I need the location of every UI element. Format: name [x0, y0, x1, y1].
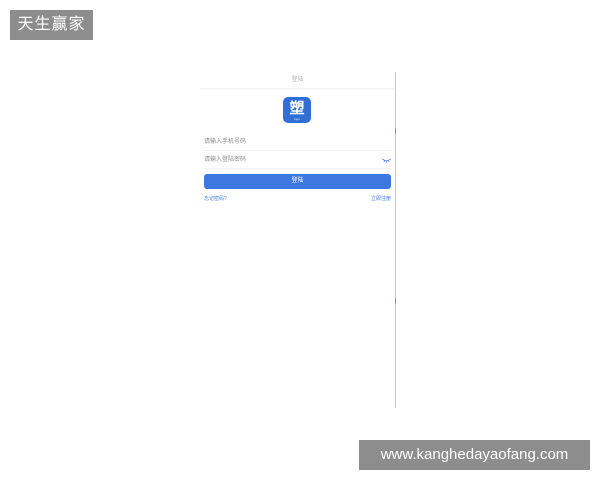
header-divider [200, 88, 395, 89]
watermark-bottom-right: www.kanghedayaofang.com [359, 440, 590, 470]
password-input[interactable] [204, 154, 369, 166]
app-logo-caption: logo [294, 117, 300, 121]
watermark-top-left: 天生赢家 [10, 10, 93, 40]
forgot-password-link[interactable]: 忘记密码? [204, 195, 227, 202]
screen-edge-line [395, 72, 396, 408]
eye-closed-icon[interactable] [382, 157, 391, 163]
app-logo: 塑 logo [283, 97, 311, 123]
register-link[interactable]: 立即注册 [371, 195, 391, 202]
app-logo-glyph: 塑 [289, 100, 305, 117]
password-field [204, 154, 391, 169]
phone-field [204, 136, 391, 151]
login-button[interactable]: 登陆 [204, 174, 391, 189]
screen-edge-mark [395, 298, 396, 304]
screen-edge-mark [395, 128, 396, 134]
page-title: 登陆 [291, 77, 304, 83]
phone-input[interactable] [204, 136, 369, 148]
login-screen: 登陆 塑 logo 登陆 忘记密码? 立即注册 [200, 70, 395, 408]
